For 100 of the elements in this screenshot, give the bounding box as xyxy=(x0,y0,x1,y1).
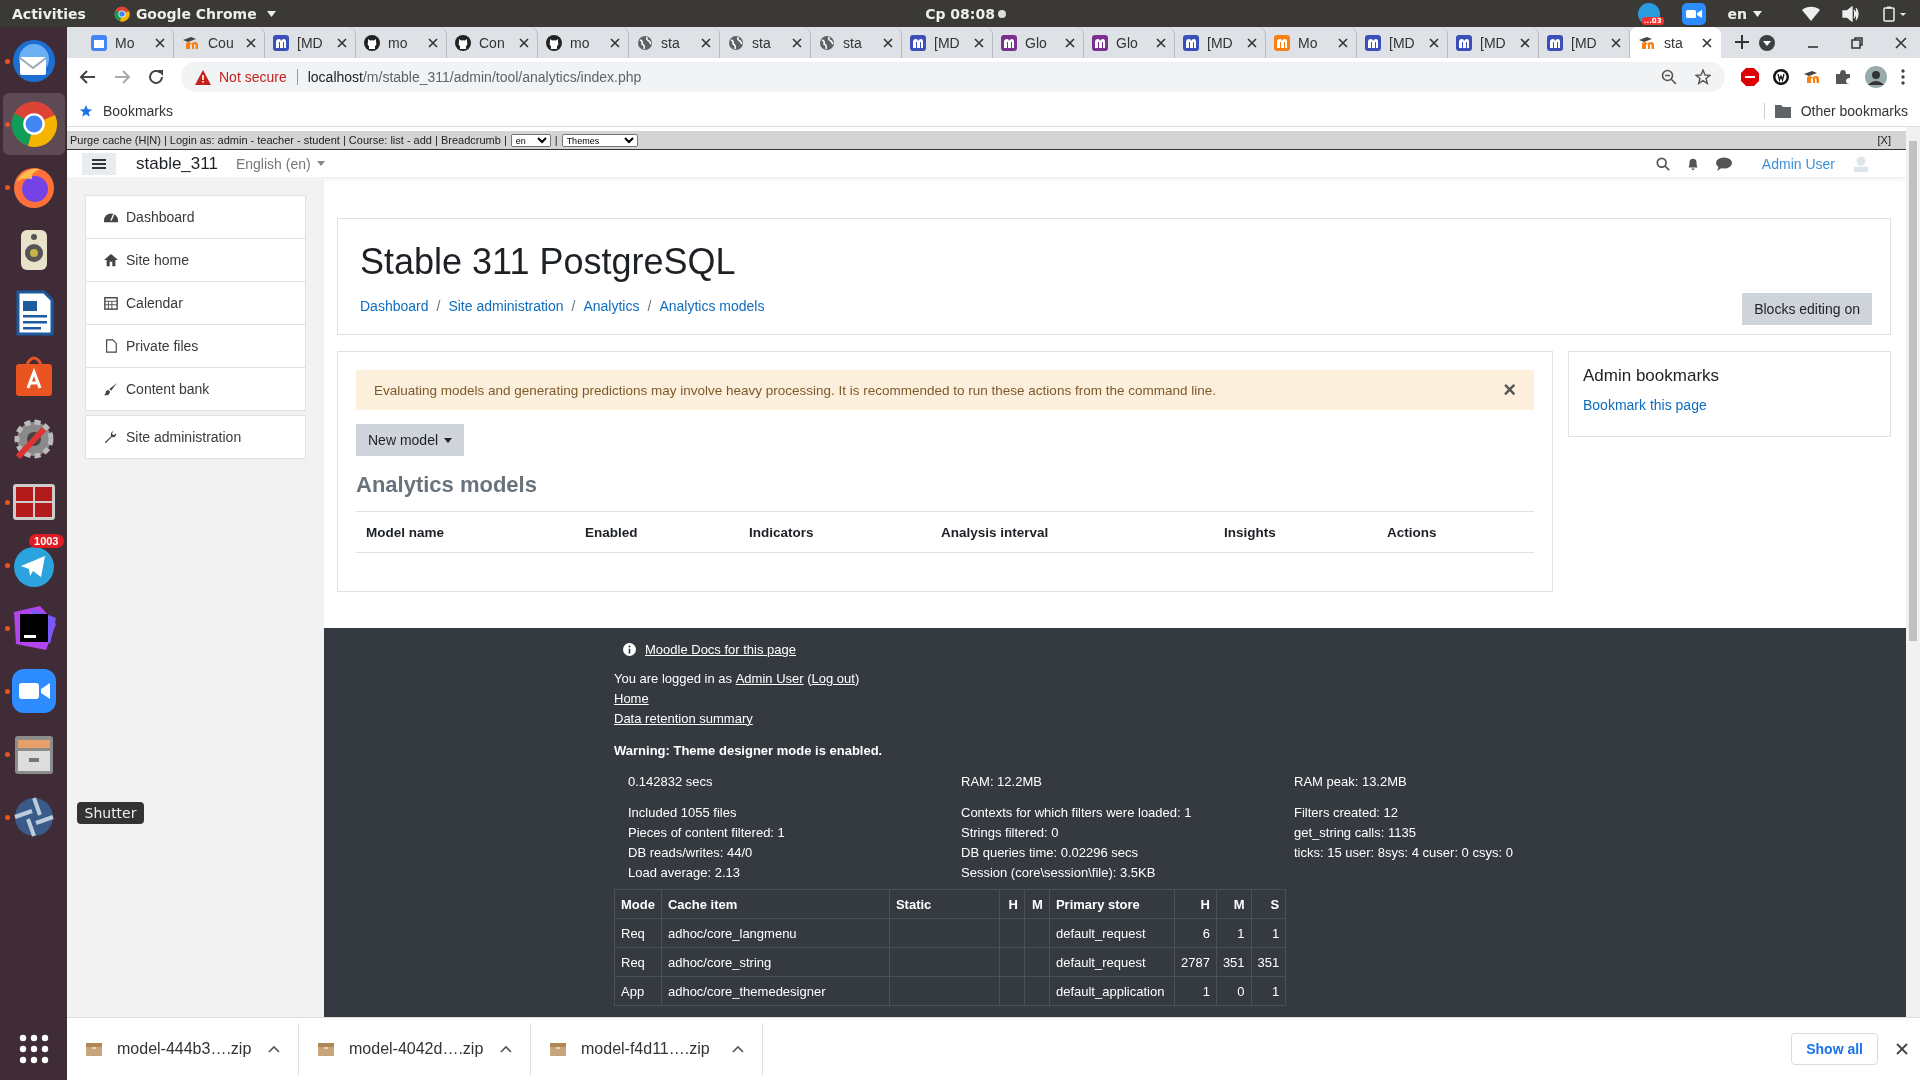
close-tab-icon[interactable] xyxy=(1611,37,1621,48)
puzzle-icon[interactable] xyxy=(1834,68,1852,86)
language-menu[interactable]: English (en) xyxy=(235,155,311,172)
app-grid-icon[interactable] xyxy=(18,1034,49,1064)
nav-item[interactable]: Calendar xyxy=(86,281,305,324)
close-button[interactable]: × xyxy=(1503,377,1516,403)
close-tab-icon[interactable] xyxy=(1702,37,1712,48)
tab-search-icon[interactable] xyxy=(1758,33,1776,52)
stop-sign-icon[interactable] xyxy=(1741,68,1759,86)
close-tab-icon[interactable] xyxy=(610,37,620,48)
close-tab-icon[interactable] xyxy=(155,37,165,48)
close-button[interactable]: [X] xyxy=(1877,134,1891,146)
star-icon[interactable] xyxy=(1695,69,1711,85)
column-header: M xyxy=(1216,889,1252,919)
close-tab-icon[interactable] xyxy=(519,37,529,48)
tile-logo-icon xyxy=(273,34,289,51)
battery-icon[interactable] xyxy=(1882,5,1908,22)
new-model-button[interactable]: New model xyxy=(356,424,465,456)
globe-icon xyxy=(819,34,835,51)
clock[interactable]: Cp 08:08 xyxy=(925,5,995,22)
caret-up-icon[interactable] xyxy=(732,1045,744,1053)
search-icon[interactable] xyxy=(1655,156,1670,171)
close-tab-icon[interactable] xyxy=(883,37,893,48)
volume-icon[interactable] xyxy=(1842,5,1860,22)
site-name[interactable]: stable_311 xyxy=(136,153,218,174)
alert-message: Evaluating models and generating predictions may involve heavy processing. It is recommended to run these actions from the command line. xyxy=(374,382,1216,398)
activities-button[interactable]: Activities xyxy=(12,5,86,22)
close-tab-icon[interactable] xyxy=(1156,37,1166,48)
restore-icon[interactable] xyxy=(1850,35,1864,50)
wifi-icon[interactable] xyxy=(1802,5,1820,22)
zoom-out-icon[interactable] xyxy=(1661,69,1677,85)
video-camera-icon[interactable] xyxy=(1681,2,1706,25)
menu-icon[interactable] xyxy=(82,152,116,175)
footer-link[interactable]: Home xyxy=(614,689,649,709)
close-tab-icon[interactable] xyxy=(428,37,438,48)
browser-tab[interactable]: sta xyxy=(1630,27,1721,58)
table-cell: default_request xyxy=(1055,925,1146,941)
column-header: Cache item xyxy=(661,889,890,919)
close-tab-icon[interactable] xyxy=(1338,37,1348,48)
login-info: You are logged in as Admin User (Log out) xyxy=(614,669,1906,689)
caret-up-icon[interactable] xyxy=(268,1045,280,1053)
language-select[interactable]: en xyxy=(510,133,551,147)
close-icon[interactable] xyxy=(1896,1043,1908,1055)
back-icon[interactable] xyxy=(79,68,97,86)
close-tab-icon[interactable] xyxy=(1247,37,1257,48)
close-icon[interactable] xyxy=(1894,35,1908,50)
docs-link[interactable]: Moodle Docs for this page xyxy=(645,642,797,657)
breadcrumb-link[interactable]: Analytics xyxy=(583,298,640,314)
folder-icon xyxy=(1774,104,1791,118)
chat-bubble-icon[interactable] xyxy=(1715,156,1732,171)
close-tab-icon[interactable] xyxy=(701,37,711,48)
download-item[interactable]: model-f4d11….zip xyxy=(531,1023,763,1075)
circle-extension-icon[interactable] xyxy=(1772,68,1790,86)
user-menu[interactable]: Admin User xyxy=(1761,155,1835,172)
package-icon xyxy=(549,1041,567,1057)
calendar-icon xyxy=(91,34,107,51)
nav-item[interactable]: Content bank xyxy=(86,367,305,410)
new-tab-icon[interactable] xyxy=(1735,35,1749,49)
bookmarks-folder[interactable]: Bookmarks xyxy=(79,103,174,119)
status-dot-icon xyxy=(998,9,1006,18)
user-link[interactable]: Admin User xyxy=(735,669,804,689)
footer-link[interactable]: Data retention summary xyxy=(614,709,753,729)
language-indicator[interactable]: en xyxy=(1727,5,1747,22)
reload-icon[interactable] xyxy=(147,68,165,86)
download-item[interactable]: model-444b3….zip xyxy=(67,1023,299,1075)
nav-item[interactable]: Site administration xyxy=(86,416,305,458)
dock-launcher[interactable]: 1003 xyxy=(2,534,65,596)
close-tab-icon[interactable] xyxy=(337,37,347,48)
breadcrumb-link[interactable]: Dashboard xyxy=(360,298,429,314)
other-bookmarks-folder[interactable]: Other bookmarks xyxy=(1763,103,1908,119)
blocks-editing-button[interactable]: Blocks editing on xyxy=(1742,293,1872,325)
close-tab-icon[interactable] xyxy=(792,37,802,48)
breadcrumb-link[interactable]: Site administration xyxy=(448,298,564,314)
performance-stat: Included 1055 files xyxy=(628,804,738,822)
close-tab-icon[interactable] xyxy=(974,37,984,48)
theme-select[interactable]: Themes xyxy=(561,133,638,147)
caret-up-icon[interactable] xyxy=(500,1045,512,1053)
download-item[interactable]: model-4042d….zip xyxy=(299,1023,531,1075)
column-header: H xyxy=(999,889,1025,919)
close-tab-icon[interactable] xyxy=(246,37,256,48)
graduation-cap-icon[interactable] xyxy=(1803,68,1821,86)
table-cell: 1 xyxy=(1237,925,1245,941)
menu-icon[interactable] xyxy=(1900,68,1906,86)
close-tab-icon[interactable] xyxy=(1065,37,1075,48)
table-cell: 1 xyxy=(1272,983,1280,999)
show-all-button[interactable]: Show all xyxy=(1791,1033,1878,1065)
nav-item[interactable]: Site home xyxy=(86,238,305,281)
close-tab-icon[interactable] xyxy=(1429,37,1439,48)
nav-item[interactable]: Dashboard xyxy=(86,196,305,238)
dock-launcher[interactable] xyxy=(2,93,65,155)
column-header: Actions xyxy=(1387,524,1438,540)
logout-link[interactable]: Log out xyxy=(811,669,855,689)
address-bar[interactable]: Not secure localhost/m/stable_311/admin/tool/analytics/index.php xyxy=(181,62,1725,92)
app-menu[interactable]: Google Chrome xyxy=(113,5,276,22)
nav-item[interactable]: Private files xyxy=(86,324,305,367)
breadcrumb-link[interactable]: Analytics models xyxy=(659,298,765,314)
close-tab-icon[interactable] xyxy=(1520,37,1530,48)
avatar-icon[interactable] xyxy=(1865,66,1887,88)
bookmark-link[interactable]: Bookmark this page xyxy=(1583,397,1707,413)
scrollbar[interactable] xyxy=(1906,127,1920,1017)
